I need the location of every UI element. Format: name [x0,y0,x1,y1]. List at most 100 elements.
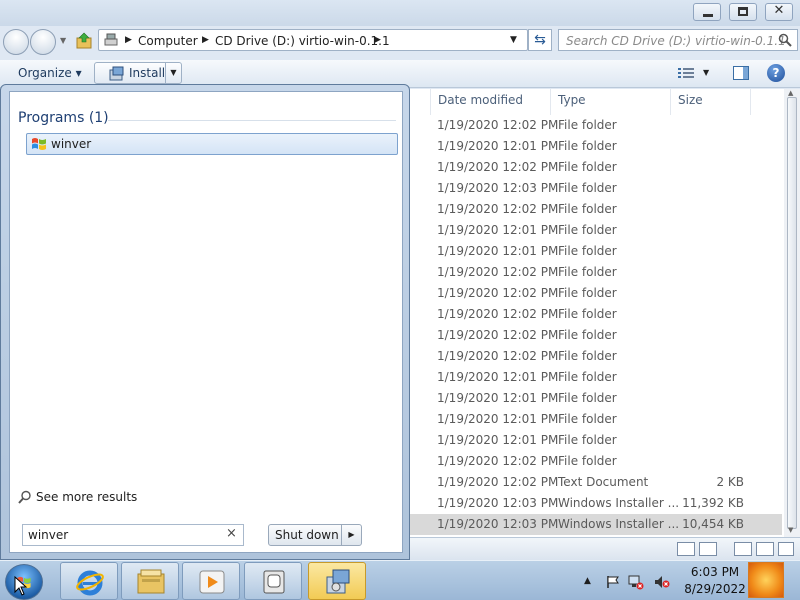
clock-time[interactable]: 6:03 PM [690,565,740,579]
cell-size: 10,454 KB [682,517,744,531]
network-icon[interactable] [628,574,644,590]
cell-type: File folder [558,160,617,174]
cell-type: File folder [558,202,617,216]
help-icon[interactable]: ? [767,64,785,82]
large-icons-view-icon[interactable] [699,542,717,556]
column-header-type[interactable]: Type [558,93,586,113]
layout-view-icon[interactable] [756,542,774,556]
close-button[interactable]: ✕ [765,3,793,21]
cell-type: File folder [558,307,617,321]
cell-date: 1/19/2020 12:03 PM [437,496,559,510]
install-button[interactable]: Install ▼ [94,62,182,84]
layout-view-icon[interactable] [778,542,794,556]
cell-type: File folder [558,349,617,363]
back-button[interactable] [3,29,29,55]
cell-type: File folder [558,223,617,237]
minimize-button[interactable] [693,3,721,21]
breadcrumb-computer[interactable]: Computer [138,34,198,48]
device-manager-icon [263,570,285,594]
taskbar-windows-explorer[interactable] [121,562,179,600]
show-hidden-icons-icon[interactable]: ▲ [584,576,591,586]
cell-date: 1/19/2020 12:03 PM [437,181,559,195]
start-search-box[interactable]: × [22,524,244,546]
cell-size: 2 KB [716,475,744,489]
mouse-pointer-icon [14,576,28,596]
recent-pages-dropdown-icon[interactable]: ▼ [60,36,66,45]
column-divider[interactable] [430,89,431,115]
details-view-icon[interactable] [677,542,695,556]
taskbar-device-manager[interactable] [244,562,302,600]
show-desktop-button[interactable] [748,562,784,598]
cell-size: 11,392 KB [682,496,744,510]
cell-type: File folder [558,391,617,405]
divider [108,120,396,121]
install-label: Install [129,66,166,80]
layout-view-icon[interactable] [734,542,752,556]
close-icon: ✕ [773,3,785,18]
cell-date: 1/19/2020 12:02 PM [437,160,559,174]
start-search-input[interactable] [28,527,218,543]
cell-type: File folder [558,244,617,258]
result-item-winver[interactable]: winver [26,133,398,155]
taskbar-media-player[interactable] [182,562,240,600]
cell-type: File folder [558,454,617,468]
refresh-button[interactable]: ⇆ [528,29,552,51]
cell-type: File folder [558,118,617,132]
forward-button[interactable] [30,29,56,55]
internet-explorer-icon [76,570,104,596]
breadcrumb-arrow-icon[interactable]: ▶ [202,35,209,45]
taskbar-installer[interactable] [308,562,366,600]
shut-down-label: Shut down [275,528,339,542]
address-bar[interactable]: ▶ Computer ▶ CD Drive (D:) virtio-win-0.… [98,29,528,51]
see-more-label: See more results [36,490,138,504]
cd-drive-icon [104,33,118,46]
cell-type: File folder [558,328,617,342]
navigation-bar: ▼ ▶ Computer ▶ CD Drive (D:) virtio-win-… [0,26,800,58]
view-dropdown-icon[interactable]: ▼ [703,68,709,77]
cell-date: 1/19/2020 12:02 PM [437,307,559,321]
cell-type: File folder [558,370,617,384]
shut-down-options-icon[interactable]: ▶ [341,525,361,545]
preview-pane-icon[interactable] [733,66,749,80]
organize-menu[interactable]: Organize ▾ [18,66,82,80]
column-header-date[interactable]: Date modified [438,93,523,113]
column-divider[interactable] [550,89,551,115]
cell-date: 1/19/2020 12:01 PM [437,391,559,405]
breadcrumb-cd-drive[interactable]: CD Drive (D:) virtio-win-0.1.1 [215,34,390,48]
result-label: winver [51,137,92,151]
volume-muted-icon[interactable] [654,574,670,590]
breadcrumb-arrow-icon[interactable]: ▶ [374,35,381,45]
maximize-button[interactable] [729,3,757,21]
vertical-scrollbar[interactable]: ▲ ▼ [784,89,800,537]
cell-type: File folder [558,181,617,195]
cell-date: 1/19/2020 12:02 PM [437,286,559,300]
folder-up-icon[interactable] [76,32,92,49]
clear-search-icon[interactable]: × [226,526,237,541]
cell-date: 1/19/2020 12:02 PM [437,454,559,468]
media-player-icon [199,570,225,594]
title-bar[interactable]: ✕ [0,0,800,26]
action-center-flag-icon[interactable] [606,575,620,589]
search-input[interactable]: Search CD Drive (D:) virtio-win-0.1.1 [558,29,798,51]
taskbar-internet-explorer[interactable] [60,562,118,600]
breadcrumb-arrow-icon[interactable]: ▶ [125,35,132,45]
scroll-down-icon[interactable]: ▼ [788,526,793,534]
column-divider[interactable] [750,89,751,115]
scrollbar-thumb[interactable] [787,97,797,529]
install-dropdown-icon[interactable]: ▼ [165,63,181,83]
column-header-size[interactable]: Size [678,93,703,113]
scroll-up-icon[interactable]: ▲ [788,89,793,97]
cell-type: File folder [558,412,617,426]
installer-icon [326,569,350,594]
cell-type: Text Document [558,475,649,489]
installer-icon [109,66,124,81]
taskbar [0,560,800,600]
address-dropdown-icon[interactable]: ▼ [510,35,517,45]
refresh-icon: ⇆ [534,32,546,48]
cell-type: File folder [558,139,617,153]
shut-down-button[interactable]: Shut down ▶ [268,524,362,546]
clock-date[interactable]: 8/29/2022 [682,582,748,596]
change-view-icon[interactable] [678,67,694,79]
search-icon[interactable] [778,33,792,47]
column-divider[interactable] [670,89,671,115]
